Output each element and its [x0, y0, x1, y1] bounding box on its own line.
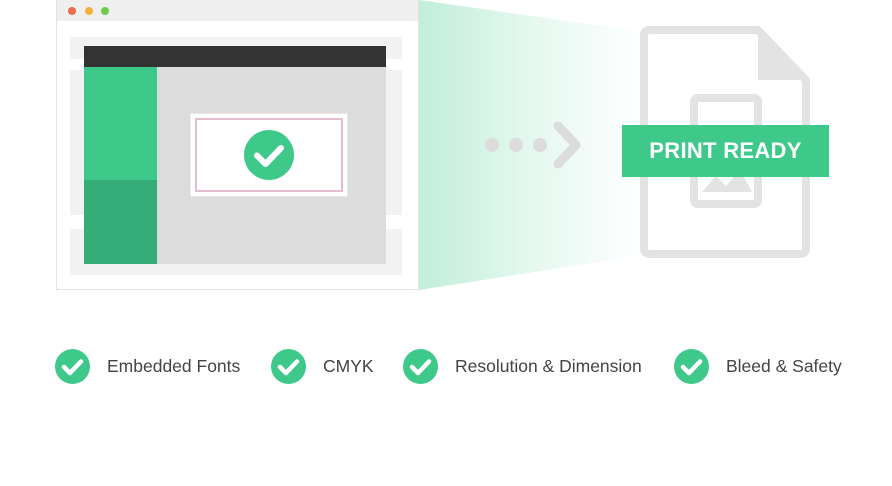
window-maximize-dot — [101, 7, 109, 15]
design-preview-window — [56, 0, 419, 290]
check-circle-icon — [403, 348, 438, 384]
feature-label: CMYK — [323, 355, 374, 376]
window-close-dot — [68, 7, 76, 15]
window-titlebar — [57, 0, 418, 21]
feature-cmyk: CMYK — [271, 348, 374, 384]
feature-bleed-safety: Bleed & Safety — [674, 348, 842, 384]
layout-header-bar — [84, 46, 386, 67]
window-minimize-dot — [85, 7, 93, 15]
layout-sidebar-lower — [84, 180, 157, 264]
check-circle-icon — [244, 130, 294, 180]
check-circle-icon — [271, 348, 306, 384]
arrow-right-icon — [485, 121, 581, 169]
check-circle-icon — [674, 348, 709, 384]
layout-sidebar-upper — [84, 67, 157, 180]
check-card — [191, 114, 347, 196]
print-ready-label: PRINT READY — [649, 138, 802, 163]
check-circle-icon — [55, 348, 90, 384]
feature-label: Bleed & Safety — [726, 355, 842, 376]
feature-label: Embedded Fonts — [107, 355, 241, 376]
feature-embedded-fonts: Embedded Fonts — [55, 348, 240, 384]
feature-label: Resolution & Dimension — [455, 355, 642, 376]
feature-resolution-dimension: Resolution & Dimension — [403, 348, 642, 384]
print-ready-badge: PRINT READY — [622, 125, 829, 177]
